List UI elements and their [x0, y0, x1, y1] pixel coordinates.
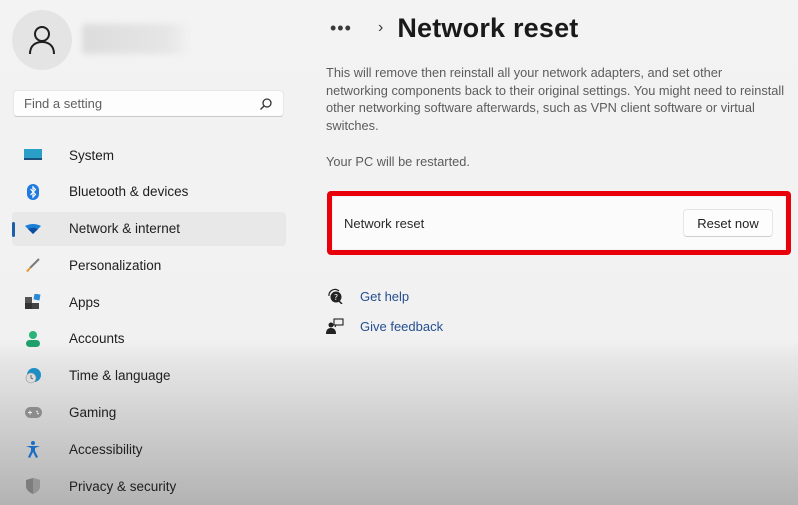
sidebar-item-label: Personalization — [69, 257, 162, 273]
shield-icon — [24, 477, 42, 495]
wifi-icon — [24, 220, 42, 238]
svg-text:?: ? — [334, 293, 338, 302]
sidebar-item-label: Bluetooth & devices — [69, 184, 189, 200]
feedback-icon — [326, 317, 344, 335]
bluetooth-icon — [24, 183, 42, 201]
sidebar-nav: System Bluetooth & devices Network & int… — [12, 138, 286, 505]
sidebar: System Bluetooth & devices Network & int… — [0, 0, 300, 505]
monitor-icon — [24, 146, 42, 164]
sidebar-item-accessibility[interactable]: Accessibility — [12, 432, 286, 466]
breadcrumb-overflow-button[interactable]: ••• — [330, 18, 370, 39]
sidebar-item-privacy-security[interactable]: Privacy & security — [12, 469, 286, 503]
sidebar-item-gaming[interactable]: Gaming — [12, 396, 286, 430]
accessibility-icon — [24, 440, 42, 458]
person-outline-icon — [29, 26, 55, 55]
apps-icon — [24, 293, 42, 311]
avatar[interactable] — [12, 10, 72, 70]
sidebar-item-label: Apps — [69, 294, 100, 310]
sidebar-item-time-language[interactable]: Time & language — [12, 359, 286, 393]
sidebar-item-apps[interactable]: Apps — [12, 285, 286, 319]
search-box[interactable] — [13, 90, 284, 117]
get-help-label[interactable]: Get help — [360, 289, 409, 304]
sidebar-item-label: Network & internet — [69, 221, 181, 237]
main-content: ••• › Network reset This will remove the… — [326, 0, 798, 505]
breadcrumb: ••• › Network reset — [330, 12, 579, 44]
get-help-link[interactable]: ? Get help — [326, 284, 443, 308]
user-name-blurred — [82, 24, 190, 54]
restart-note: Your PC will be restarted. — [326, 154, 470, 169]
page-title: Network reset — [397, 12, 579, 43]
sidebar-item-label: Privacy & security — [69, 478, 177, 494]
help-links: ? Get help Give feedback — [326, 284, 443, 344]
sidebar-item-label: Accessibility — [69, 441, 143, 457]
give-feedback-link[interactable]: Give feedback — [326, 314, 443, 338]
chevron-right-icon: › — [378, 19, 384, 36]
sidebar-item-label: Time & language — [69, 368, 171, 384]
sidebar-item-label: System — [69, 147, 115, 163]
page-description: This will remove then reinstall all your… — [326, 65, 785, 133]
sidebar-item-label: Accounts — [69, 331, 125, 347]
sidebar-item-accounts[interactable]: Accounts — [12, 322, 286, 356]
gamepad-icon — [24, 404, 42, 422]
sidebar-item-bluetooth[interactable]: Bluetooth & devices — [12, 175, 286, 209]
brush-icon — [24, 256, 42, 274]
person-icon — [24, 330, 42, 348]
globe-clock-icon — [24, 367, 42, 385]
help-icon: ? — [326, 287, 344, 305]
sidebar-item-network[interactable]: Network & internet — [12, 211, 286, 246]
search-input[interactable] — [24, 96, 259, 111]
give-feedback-label[interactable]: Give feedback — [360, 319, 443, 334]
sidebar-item-label: Gaming — [69, 405, 117, 421]
search-icon[interactable] — [259, 97, 273, 111]
highlight-annotation-box — [327, 191, 791, 255]
sidebar-item-system[interactable]: System — [12, 138, 286, 172]
sidebar-item-personalization[interactable]: Personalization — [12, 248, 286, 282]
